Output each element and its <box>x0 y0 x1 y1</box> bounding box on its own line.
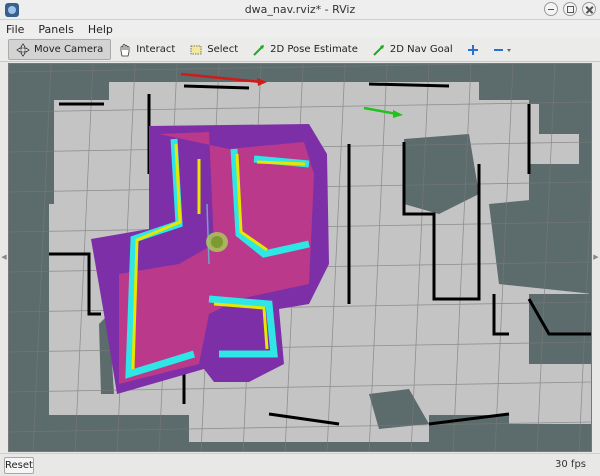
move-camera-label: Move Camera <box>34 44 104 55</box>
grid-line <box>9 64 500 73</box>
left-panel-collapse-icon[interactable]: ◀ <box>0 252 8 262</box>
pose-estimate-button[interactable]: 2D Pose Estimate <box>245 39 365 60</box>
right-panel-collapse-icon[interactable]: ▶ <box>592 252 600 262</box>
status-bar: Reset 30 fps <box>0 453 600 476</box>
title-bar: dwa_nav.rviz* - RViz <box>0 0 600 20</box>
nav-goal-label: 2D Nav Goal <box>389 44 453 55</box>
goal-arrow-icon <box>373 44 384 56</box>
window-title: dwa_nav.rviz* - RViz <box>244 3 356 16</box>
move-camera-icon <box>16 42 30 57</box>
plus-icon <box>467 44 478 55</box>
maximize-icon[interactable] <box>563 2 577 16</box>
minimize-icon[interactable] <box>544 2 558 16</box>
hand-icon <box>120 43 130 56</box>
interact-button[interactable]: Interact <box>111 39 182 60</box>
reset-button[interactable]: Reset <box>4 457 34 474</box>
interact-label: Interact <box>136 44 176 55</box>
move-camera-button[interactable]: Move Camera <box>8 39 112 60</box>
nav-goal-button[interactable]: 2D Nav Goal <box>365 39 460 60</box>
map-render[interactable] <box>9 64 592 452</box>
pose-estimate-label: 2D Pose Estimate <box>270 44 358 55</box>
select-label: Select <box>207 44 239 55</box>
minus-dropdown-icon <box>493 48 511 52</box>
close-icon[interactable] <box>582 2 596 16</box>
add-tool-button[interactable] <box>460 39 486 60</box>
tool-bar: Move Camera Interact Select 2D Pose Esti… <box>0 38 600 62</box>
menu-panels[interactable]: Panels <box>38 23 73 36</box>
pose-arrow-icon <box>253 44 265 56</box>
select-button[interactable]: Select <box>182 39 245 60</box>
menu-bar: File Panels Help <box>0 20 600 38</box>
menu-help[interactable]: Help <box>88 23 113 36</box>
fps-readout: 30 fps <box>555 459 586 470</box>
3d-view[interactable] <box>8 63 592 452</box>
remove-tool-button[interactable] <box>486 39 520 60</box>
rviz-window: dwa_nav.rviz* - RViz File Panels Help Mo… <box>0 0 600 476</box>
menu-file[interactable]: File <box>6 23 24 36</box>
select-box-icon <box>190 45 202 54</box>
